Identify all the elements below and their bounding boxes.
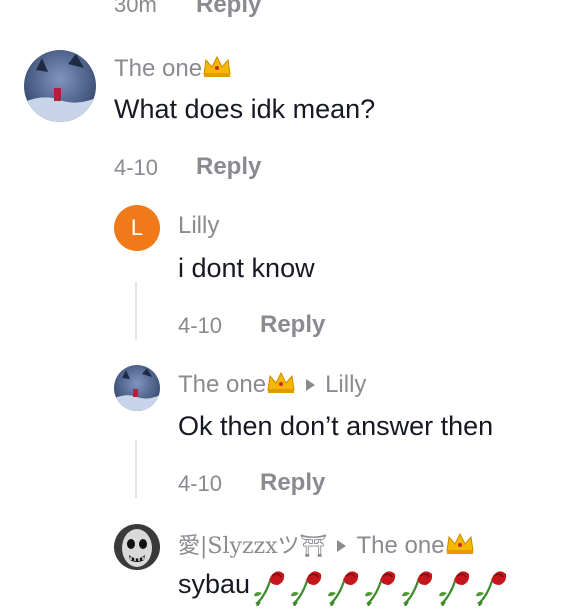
username-text[interactable]: The one — [114, 55, 202, 82]
partial-time: 30m — [114, 0, 157, 17]
avatar-lilly[interactable]: L — [114, 205, 160, 251]
avatar-slyzzx[interactable] — [114, 524, 160, 570]
wilted-rose-icon — [362, 566, 398, 607]
reply-arrow-icon — [337, 539, 347, 552]
comment-4-username[interactable]: 愛|Slyzzxツ⛩ The one — [178, 528, 475, 562]
reply-to-name[interactable]: Lilly — [325, 371, 366, 398]
comment-1-reply-button[interactable]: Reply — [196, 153, 261, 181]
roses-row — [250, 569, 509, 607]
comment-3-date: 4-10 — [178, 471, 223, 496]
crown-icon — [202, 54, 232, 85]
thread-line — [135, 440, 137, 498]
wilted-rose-icon — [473, 566, 509, 607]
username-text[interactable]: The one — [178, 371, 266, 398]
comment-1-text: What does idk mean? — [114, 94, 376, 124]
wilted-rose-icon — [325, 566, 361, 607]
avatar-letter: L — [130, 215, 144, 240]
reply-arrow-icon — [306, 378, 316, 391]
wilted-rose-icon — [436, 566, 472, 607]
thread-line — [135, 282, 137, 340]
comment-3-reply-button[interactable]: Reply — [260, 469, 325, 497]
wilted-rose-icon — [399, 566, 435, 607]
crown-icon — [266, 370, 296, 401]
comment-4-text-value: sybau — [178, 569, 251, 600]
wilted-rose-icon — [288, 566, 324, 607]
avatar-the-one-small[interactable] — [114, 365, 160, 411]
partial-reply-button[interactable]: Reply — [196, 0, 261, 19]
reply-to-name[interactable]: The one — [356, 532, 444, 559]
comment-2-date: 4-10 — [178, 313, 223, 338]
comment-1-date: 4-10 — [114, 155, 159, 180]
avatar-the-one[interactable] — [24, 50, 96, 122]
comment-2-username[interactable]: Lilly — [178, 212, 219, 240]
comment-3-text: Ok then don’t answer then — [178, 411, 494, 441]
comment-4-text: sybau — [178, 566, 509, 607]
comment-3-username[interactable]: The one Lilly — [178, 370, 366, 401]
comment-2-reply-button[interactable]: Reply — [260, 311, 325, 339]
crown-icon — [445, 531, 475, 562]
username-text[interactable]: 愛|Slyzzxツ⛩ — [178, 534, 327, 559]
comment-2-text: i dont know — [178, 253, 315, 283]
wilted-rose-icon — [251, 566, 287, 607]
comment-1-username[interactable]: The one — [114, 54, 232, 85]
